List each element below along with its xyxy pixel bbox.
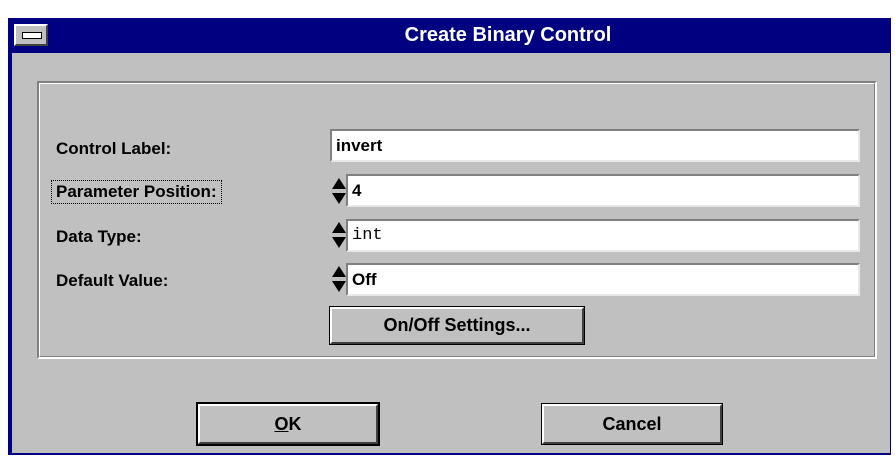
spin-down-icon[interactable] (332, 193, 346, 204)
spin-up-icon[interactable] (332, 178, 346, 189)
control-label-input[interactable]: invert (330, 129, 860, 162)
spin-down-icon[interactable] (332, 237, 346, 248)
spin-down-icon[interactable] (332, 281, 346, 292)
parameter-position-spinner[interactable] (332, 178, 346, 206)
ok-label-rest: K (288, 414, 302, 434)
dialog-title: Create Binary Control (404, 24, 612, 46)
cancel-button[interactable]: Cancel (541, 403, 723, 445)
spin-up-icon[interactable] (332, 266, 346, 277)
default-value-spinner[interactable] (332, 266, 346, 294)
title-bar: Create Binary Control (8, 18, 891, 53)
data-type-spinner[interactable] (332, 222, 346, 250)
ok-mnemonic: O (274, 414, 289, 434)
dialog-client-area: Control Label: invert Parameter Position… (12, 53, 890, 453)
data-type-label: Data Type: (56, 227, 142, 246)
system-menu-button[interactable] (14, 24, 48, 46)
spin-up-icon[interactable] (332, 222, 346, 233)
data-type-input[interactable]: int (346, 219, 860, 252)
parameter-position-input[interactable]: 4 (346, 174, 860, 207)
control-label-label: Control Label: (56, 139, 172, 158)
dialog-window: Create Binary Control Control Label: inv… (8, 18, 891, 455)
ok-button[interactable]: OK (196, 402, 380, 446)
default-value-label: Default Value: (56, 271, 169, 290)
system-menu-icon (22, 32, 42, 39)
onoff-settings-button[interactable]: On/Off Settings... (329, 306, 585, 345)
default-value-input[interactable]: Off (346, 263, 860, 296)
parameter-position-label: Parameter Position: (51, 180, 222, 204)
